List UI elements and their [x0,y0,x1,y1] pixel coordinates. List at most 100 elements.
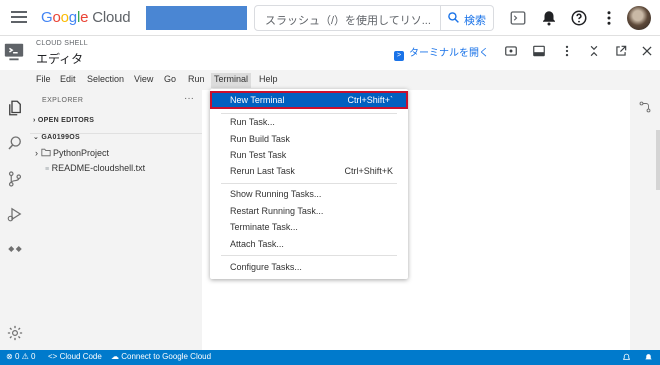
search-button-label: 検索 [464,15,486,27]
folder-label: PythonProject [53,148,110,158]
explorer-panel: EXPLORER ··· › OPEN EDITORS ⌄ GA0199OS ›… [30,90,202,350]
more-vert-icon[interactable] [560,44,574,58]
menu-go[interactable]: Go [161,73,179,88]
menu-view[interactable]: View [131,73,156,88]
close-icon[interactable] [640,44,654,58]
file-label: README-cloudshell.txt [51,163,146,173]
connect-cloud-status[interactable]: ☁ Connect to Google Cloud [111,352,211,361]
menu-restart-running-task[interactable]: Restart Running Task... [211,203,407,219]
notification-bell-icon[interactable] [622,353,631,362]
terminal-menu-dropdown: New Terminal Ctrl+Shift+` Run Task... Run… [210,89,408,279]
open-new-window-icon[interactable] [614,44,628,58]
terminal-icon[interactable] [509,9,527,27]
workspace-section[interactable]: ⌄ GA0199OS [33,133,80,141]
problems-indicator[interactable]: ⊗ 0 ⚠ 0 [6,352,35,361]
menu-item-label: Rerun Last Task [230,166,295,176]
menu-item-shortcut: Ctrl+Shift+` [347,95,393,105]
menu-rerun-last-task[interactable]: Rerun Last Task Ctrl+Shift+K [211,163,407,179]
cloud-code-label: Cloud Code [59,352,102,361]
cloud-shell-editor-window: Google Cloud スラッシュ（/）を使用してリソ... 検索 CLOUD… [0,0,660,365]
right-rail [630,90,660,350]
menu-run-test-task[interactable]: Run Test Task [211,147,407,163]
logo-letter: g [68,9,77,26]
file-readme[interactable]: ≡ README-cloudshell.txt [45,163,145,173]
menu-item-label: Run Build Task [230,134,290,144]
connect-cloud-label: Connect to Google Cloud [121,352,212,361]
menu-separator [221,255,397,256]
menu-file[interactable]: File [33,73,54,88]
logo-letter: o [52,9,61,26]
google-cloud-logo[interactable]: Google Cloud [41,9,131,26]
folder-pythonproject[interactable]: › PythonProject [35,148,109,158]
folder-icon [40,148,51,157]
more-vert-icon[interactable] [600,9,618,27]
menu-item-shortcut: Ctrl+Shift+K [344,166,393,176]
files-icon[interactable] [6,99,24,117]
menu-icon[interactable] [11,11,27,25]
gemini-code-icon[interactable] [638,100,652,114]
menu-separator [221,183,397,184]
menu-selection[interactable]: Selection [84,73,127,88]
menu-run[interactable]: Run [185,73,208,88]
run-debug-icon[interactable] [6,205,24,223]
chevron-down-icon: ⌄ [33,134,40,141]
menu-show-running-tasks[interactable]: Show Running Tasks... [211,186,407,202]
search-input[interactable]: スラッシュ（/）を使用してリソ... [254,5,441,31]
warning-count: 0 [31,352,36,361]
explorer-more-button[interactable]: ··· [184,93,194,104]
menu-configure-tasks[interactable]: Configure Tasks... [211,259,407,275]
search-icon[interactable] [6,134,24,152]
google-cloud-topbar: Google Cloud スラッシュ（/）を使用してリソ... 検索 [0,0,660,36]
source-control-icon[interactable] [6,170,24,188]
menu-terminate-task[interactable]: Terminate Task... [211,219,407,235]
menu-help[interactable]: Help [256,73,281,88]
menu-item-label: Show Running Tasks... [230,189,322,199]
open-terminal-label: ターミナルを開く [409,48,489,59]
menu-new-terminal[interactable]: New Terminal Ctrl+Shift+` [210,91,408,109]
menu-item-label: Run Task... [230,117,275,127]
logo-letter: G [41,9,53,26]
help-icon[interactable] [570,9,588,27]
chevron-right-icon: › [35,148,38,158]
logo-letter: e [80,9,89,26]
status-bar: ⊗ 0 ⚠ 0 <> Cloud Code ☁ Connect to Googl… [0,350,660,365]
cloud-code-status[interactable]: <> Cloud Code [48,352,102,361]
menu-edit[interactable]: Edit [57,73,79,88]
minimize-icon[interactable] [587,44,601,58]
search-button[interactable]: 検索 [441,5,494,31]
open-editors-section[interactable]: › OPEN EDITORS [33,117,94,124]
scrollbar[interactable] [656,130,660,190]
menu-item-label: Attach Task... [230,239,284,249]
menu-item-label: Restart Running Task... [230,206,324,216]
warning-icon: ⚠ [21,352,29,361]
search-icon [448,12,459,23]
preview-icon[interactable] [504,44,518,58]
layout-icon[interactable] [532,44,546,58]
code-brackets-icon: <> [48,352,58,361]
logo-cloud-word: Cloud [92,9,131,26]
bell-icon[interactable] [540,9,558,27]
error-count: 0 [14,352,20,361]
terminal-prompt-icon: > [394,51,404,61]
project-selector[interactable] [146,6,247,30]
settings-gear-icon[interactable] [6,324,24,342]
open-terminal-button[interactable]: > ターミナルを開く [394,44,489,61]
menu-item-label: Terminate Task... [230,222,298,232]
text-file-icon: ≡ [45,166,50,173]
cloud-code-icon[interactable] [6,240,24,258]
editor-menubar: File Edit Selection View Go Run Terminal… [0,70,660,90]
menu-run-build-task[interactable]: Run Build Task [211,131,407,147]
editor-title: エディタ [36,52,84,66]
notifications-icon[interactable] [644,353,653,362]
cloud-shell-label: CLOUD SHELL [36,40,88,47]
menu-terminal[interactable]: Terminal [211,73,252,88]
explorer-title: EXPLORER [42,97,84,104]
menu-run-task[interactable]: Run Task... [211,114,407,130]
open-editors-label: OPEN EDITORS [37,117,95,124]
logo-letter: o [60,9,69,26]
cloud-icon: ☁ [111,352,119,361]
avatar[interactable] [627,6,651,30]
error-icon: ⊗ [6,352,13,361]
menu-item-label: New Terminal [230,95,285,105]
menu-attach-task[interactable]: Attach Task... [211,236,407,252]
